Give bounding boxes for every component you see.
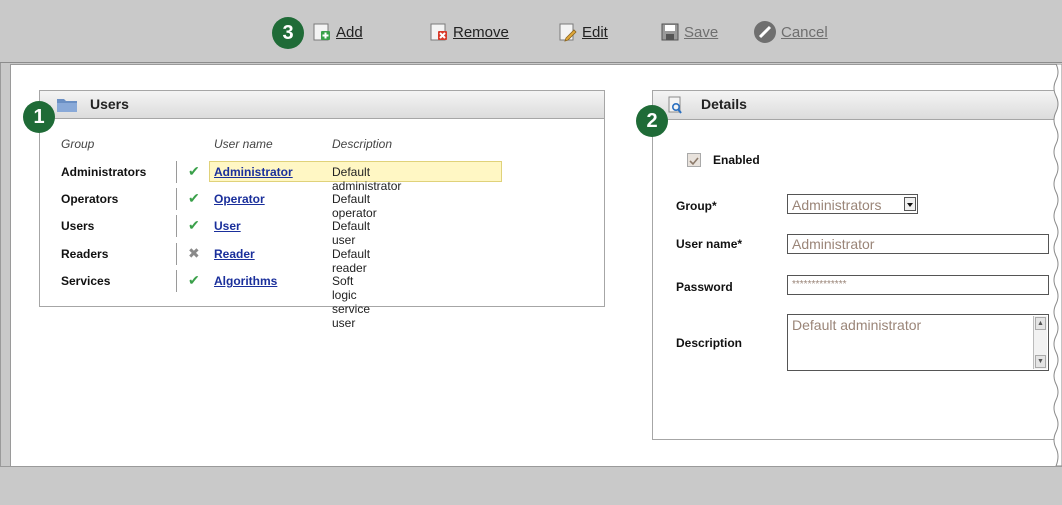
scroll-down-icon[interactable]: ▼: [1035, 355, 1046, 368]
cross-icon: ✖: [188, 245, 200, 261]
add-button[interactable]: Add: [312, 21, 363, 43]
description-value: Default administrator: [792, 317, 922, 333]
row-description: Default reader: [332, 247, 371, 275]
row-username-link[interactable]: Algorithms: [214, 274, 277, 288]
callout-badge-2: 2: [636, 105, 668, 137]
enabled-checkbox[interactable]: [687, 153, 701, 167]
users-panel-title: Users: [90, 96, 129, 112]
username-label: User name*: [676, 237, 743, 251]
toolbar: 3 Add Remove Edit Save Cancel: [0, 0, 1062, 63]
edit-button[interactable]: Edit: [558, 21, 608, 43]
remove-icon: [429, 22, 449, 42]
column-divider: [176, 188, 177, 210]
group-select-value: Administrators: [792, 197, 882, 213]
row-username-link[interactable]: Administrator: [214, 165, 293, 179]
edit-label: Edit: [582, 23, 608, 41]
check-icon: ✔: [188, 163, 200, 179]
column-divider: [176, 243, 177, 265]
remove-label: Remove: [453, 23, 509, 41]
dropdown-arrow-icon[interactable]: [904, 197, 916, 211]
row-description: Default operator: [332, 192, 377, 220]
description-textarea[interactable]: Default administrator ▲ ▼: [787, 314, 1049, 371]
check-icon: ✔: [188, 190, 200, 206]
cancel-button[interactable]: Cancel: [753, 21, 828, 43]
cancel-icon: [753, 20, 777, 44]
row-description: Default user: [332, 219, 371, 247]
footer-bar: [0, 466, 1062, 505]
row-group: Users: [61, 219, 95, 233]
textarea-scrollbar[interactable]: ▲ ▼: [1033, 316, 1047, 369]
edit-icon: [558, 22, 578, 42]
details-panel: Details: [652, 90, 1062, 440]
row-description: Soft logic service user: [332, 274, 371, 330]
row-username-link[interactable]: Operator: [214, 192, 265, 206]
save-icon: [660, 22, 680, 42]
row-username-link[interactable]: Reader: [214, 247, 255, 261]
check-icon: ✔: [188, 217, 200, 233]
row-group: Administrators: [61, 165, 147, 179]
cancel-label: Cancel: [781, 23, 828, 41]
magnifier-icon: [668, 96, 684, 120]
remove-button[interactable]: Remove: [429, 21, 509, 43]
group-label: Group*: [676, 199, 717, 213]
group-select[interactable]: Administrators: [787, 194, 918, 214]
details-panel-title: Details: [701, 96, 747, 112]
column-divider: [176, 161, 177, 183]
save-button[interactable]: Save: [660, 21, 718, 43]
details-panel-header: Details: [653, 91, 1062, 120]
description-label: Description: [676, 336, 743, 350]
callout-badge-1: 1: [23, 101, 55, 133]
column-header-description: Description: [332, 137, 393, 151]
add-label: Add: [336, 23, 363, 41]
enabled-label: Enabled: [713, 153, 760, 167]
users-panel-header: Users: [40, 91, 604, 119]
row-group: Services: [61, 274, 111, 288]
check-icon: ✔: [188, 272, 200, 288]
row-username-link[interactable]: User: [214, 219, 241, 233]
column-header-group: Group: [61, 137, 95, 151]
callout-badge-3: 3: [272, 17, 304, 49]
save-label: Save: [684, 23, 719, 41]
add-icon: [312, 22, 332, 42]
password-label: Password: [676, 280, 733, 294]
row-group: Readers: [61, 247, 109, 261]
column-divider: [176, 215, 177, 237]
row-group: Operators: [61, 192, 119, 206]
column-divider: [176, 270, 177, 292]
cropped-edge: [1053, 64, 1062, 466]
password-field[interactable]: [787, 275, 1049, 295]
folder-icon: [56, 96, 78, 118]
username-field[interactable]: [787, 234, 1049, 254]
users-panel: Users: [39, 90, 605, 307]
checkmark-icon: [689, 157, 699, 166]
row-description: Default administrator: [332, 165, 402, 193]
column-header-username: User name: [214, 137, 273, 151]
scroll-up-icon[interactable]: ▲: [1035, 317, 1046, 330]
